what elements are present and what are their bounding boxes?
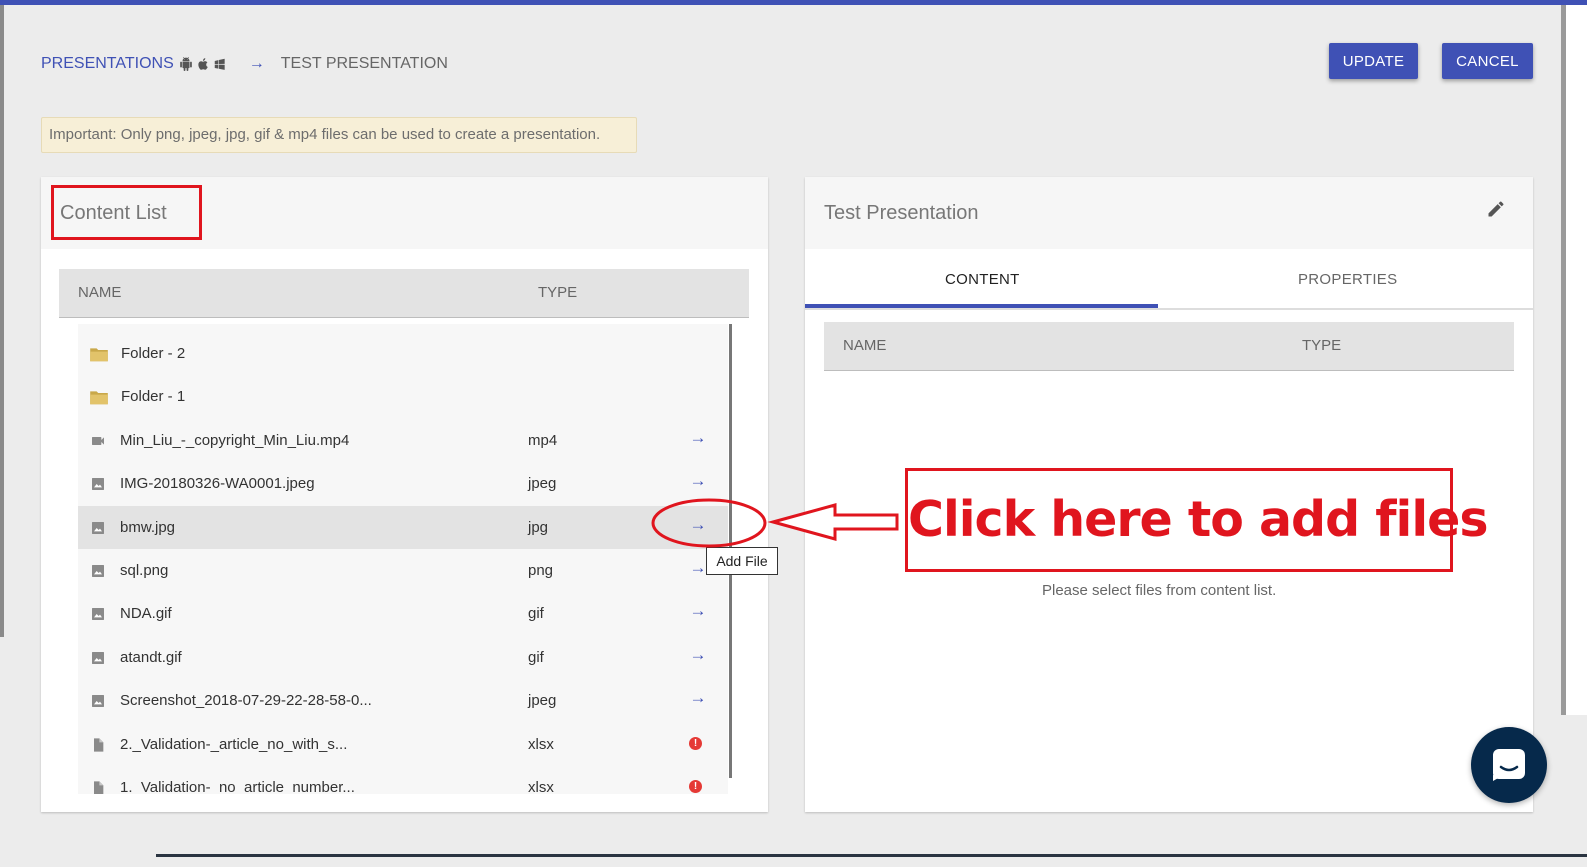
breadcrumb-current: TEST PRESENTATION [280, 55, 448, 72]
column-type-header[interactable]: TYPE [1302, 337, 1341, 354]
row-name: sql.png [120, 562, 169, 579]
presentation-table-header: NAME TYPE [824, 322, 1514, 371]
image-icon [90, 650, 106, 666]
top-accent-bar [0, 0, 1587, 5]
document-icon [90, 780, 106, 794]
file-row[interactable]: Screenshot_2018-07-29-22-28-58-0... jpeg → [78, 679, 728, 722]
update-button[interactable]: UPDATE [1329, 43, 1418, 79]
image-icon [90, 520, 106, 536]
file-type-notice: Important: Only png, jpeg, jpg, gif & mp… [41, 117, 637, 153]
folder-row[interactable]: Folder - 1 [78, 375, 728, 418]
folder-icon [89, 389, 109, 405]
error-icon: ! [689, 736, 702, 750]
row-type: jpeg [528, 692, 557, 710]
row-name: bmw.jpg [120, 518, 176, 536]
cancel-button[interactable]: CANCEL [1442, 43, 1533, 79]
file-row[interactable]: Min_Liu_-_copyright_Min_Liu.mp4 mp4 → [78, 419, 728, 462]
windows-icon [214, 58, 225, 70]
annotation-title-highlight [51, 185, 202, 240]
row-type: gif [528, 605, 544, 623]
row-name: 2._Validation-_article_no_with_s... [120, 735, 348, 753]
add-file-arrow-icon[interactable]: → [687, 470, 709, 492]
row-name: NDA.gif [120, 605, 172, 623]
empty-state-message: Please select files from content list. [1042, 582, 1277, 599]
chat-launcher-button[interactable] [1471, 727, 1547, 803]
annotation-callout: Click here to add files [905, 468, 1489, 572]
chat-icon [1493, 749, 1525, 781]
active-tab-indicator [805, 304, 1158, 308]
row-name: Min_Liu_-_copyright_Min_Liu.mp4 [120, 431, 350, 449]
row-type: jpg [528, 518, 549, 536]
video-icon [90, 433, 106, 449]
row-type: jpeg [528, 475, 557, 493]
column-type-header[interactable]: TYPE [538, 284, 577, 301]
tab-properties[interactable]: PROPERTIES [1298, 271, 1397, 288]
row-name: Folder - 1 [121, 388, 186, 406]
add-file-arrow-icon[interactable]: → [687, 427, 709, 449]
right-scrollbar-track[interactable] [1561, 5, 1587, 715]
annotation-circle [651, 498, 767, 548]
content-list-table-header: NAME TYPE [59, 269, 749, 318]
image-icon [90, 476, 106, 492]
android-icon [179, 57, 192, 71]
error-icon: ! [689, 780, 702, 793]
bottom-edge [156, 854, 1587, 857]
breadcrumb-presentations-link[interactable]: PRESENTATIONS [41, 55, 174, 73]
folder-icon [89, 346, 109, 362]
folder-row[interactable]: Folder - 2 [78, 332, 728, 375]
row-type: gif [528, 648, 544, 666]
annotation-arrow-shape [767, 503, 899, 541]
row-name: Folder - 2 [121, 345, 186, 362]
file-row[interactable]: 2._Validation-_article_no_with_s... xlsx! [78, 723, 728, 766]
row-name: atandt.gif [120, 648, 182, 666]
row-name: 1._Validation-_no_article_number... [120, 779, 355, 794]
presentation-tabs: CONTENT PROPERTIES [805, 250, 1533, 310]
image-icon [90, 606, 106, 622]
document-icon [90, 737, 106, 753]
row-type: xlsx [528, 735, 554, 753]
edit-pencil-icon[interactable] [1486, 199, 1506, 219]
tab-content[interactable]: CONTENT [945, 271, 1020, 288]
os-icons [179, 57, 227, 71]
column-name-header[interactable]: NAME [843, 337, 886, 354]
row-name: IMG-20180326-WA0001.jpeg [120, 475, 315, 493]
image-icon [90, 563, 106, 579]
file-row[interactable]: atandt.gif gif → [78, 636, 728, 679]
column-name-header[interactable]: NAME [78, 284, 121, 301]
apple-icon [198, 58, 208, 70]
presentation-header: Test Presentation [805, 177, 1533, 249]
breadcrumb: PRESENTATIONS → TEST PRESENTATION [41, 52, 448, 76]
add-file-arrow-icon[interactable]: → [687, 600, 709, 622]
annotation-arrow [651, 498, 899, 548]
add-file-arrow-icon[interactable]: → [687, 644, 709, 666]
content-list: Folder - 2 Folder - 1 Min_Liu_-_copyright_… [78, 324, 728, 794]
file-row[interactable]: sql.png png → [78, 549, 728, 592]
left-window-edge [0, 5, 4, 637]
breadcrumb-separator: → [248, 55, 265, 72]
row-type: mp4 [528, 431, 558, 449]
file-row[interactable]: 1._Validation-_no_article_number... xlsx! [78, 766, 728, 794]
row-name: Screenshot_2018-07-29-22-28-58-0... [120, 692, 372, 710]
file-row[interactable]: IMG-20180326-WA0001.jpeg jpeg → [78, 462, 728, 505]
add-file-arrow-icon[interactable]: → [687, 687, 709, 709]
file-row[interactable]: NDA.gif gif → [78, 592, 728, 635]
presentation-title: Test Presentation [824, 202, 979, 224]
file-row[interactable]: bmw.jpg jpg → [78, 505, 728, 549]
row-type: xlsx [528, 779, 554, 794]
row-type: png [528, 562, 554, 579]
image-icon [90, 693, 106, 709]
